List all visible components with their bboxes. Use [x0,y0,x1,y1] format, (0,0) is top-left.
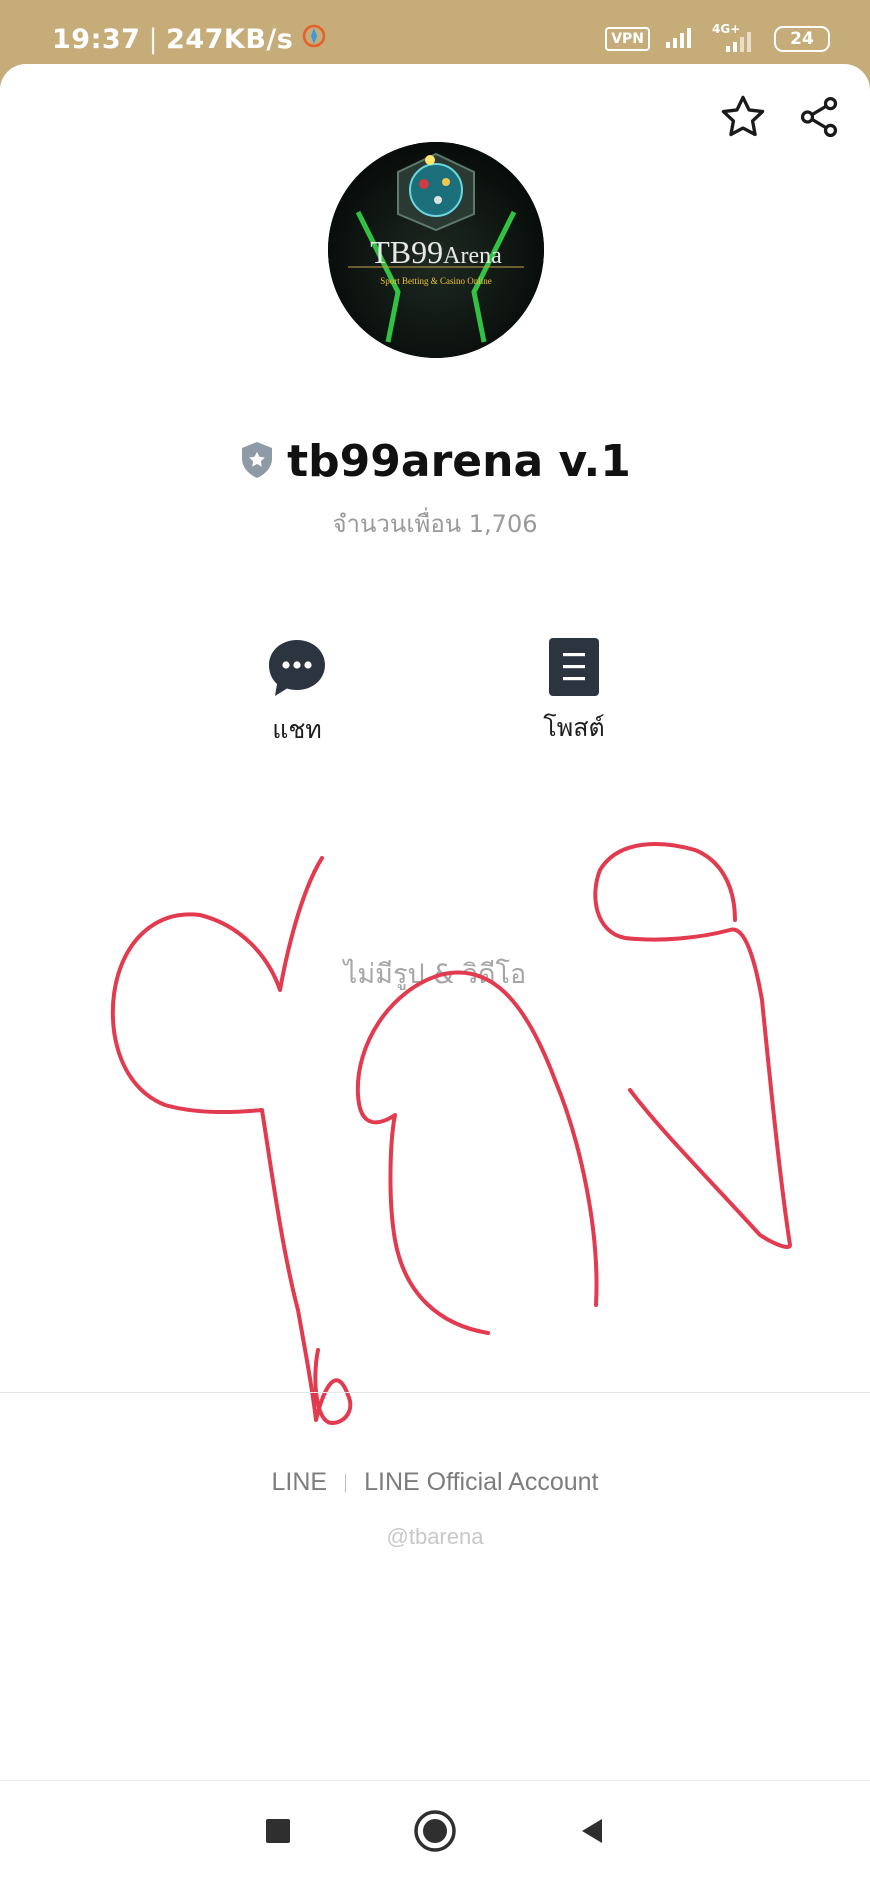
status-speed: 247KB/s [166,23,294,55]
back-button[interactable] [564,1805,620,1861]
chat-bubble-icon [265,636,329,704]
home-circle-icon [412,1808,458,1858]
avatar-tagline: Sport Betting & Casino Online [380,276,492,286]
profile-name-row: tb99arena v.1 [0,436,870,487]
signal-icon [664,24,698,54]
avatar-brand: TB99Arena [328,234,544,271]
profile-name: tb99arena v.1 [287,436,631,487]
avatar-brand-suffix: Arena [443,243,502,269]
star-icon [718,92,768,146]
status-right: VPN 4G+ 24 [605,22,830,54]
back-triangle-icon [576,1815,608,1851]
vpn-badge: VPN [605,27,650,51]
navigation-bar [0,1780,870,1884]
home-button[interactable] [407,1805,463,1861]
account-handle: @tbarena [386,1524,484,1549]
friends-count: จำนวนเพื่อน 1,706 [332,510,538,538]
chat-button[interactable]: แชท [227,636,367,750]
battery-indicator: 24 [774,26,830,52]
square-icon [263,1816,293,1850]
avatar-brand-main: TB99 [370,234,444,270]
signal-4g-icon: 4G+ [712,22,760,54]
compass-app-icon [301,23,327,56]
status-time: 19:37 [52,23,141,55]
empty-media-text: ไม่มีรูป & วิดีโอ [343,959,527,990]
footer-separator [345,1473,347,1492]
chat-label: แชท [272,715,322,744]
recents-button[interactable] [250,1805,306,1861]
post-label: โพสต์ [543,713,605,742]
footer-links: LINE LINE Official Account [0,1468,870,1497]
share-button[interactable] [790,90,848,148]
footer-divider [0,1392,870,1393]
status-separator: | [148,23,159,55]
favorite-button[interactable] [714,90,772,148]
profile-avatar[interactable]: TB99Arena Sport Betting & Casino Online [328,142,544,358]
post-button[interactable]: โพสต์ [504,636,644,748]
share-icon [796,94,842,144]
shield-badge-icon [239,440,275,484]
line-link[interactable]: LINE [272,1468,328,1497]
post-icon [546,636,602,702]
status-left: 19:37 | 247KB/s [52,23,327,56]
line-official-account-link[interactable]: LINE Official Account [364,1468,598,1497]
